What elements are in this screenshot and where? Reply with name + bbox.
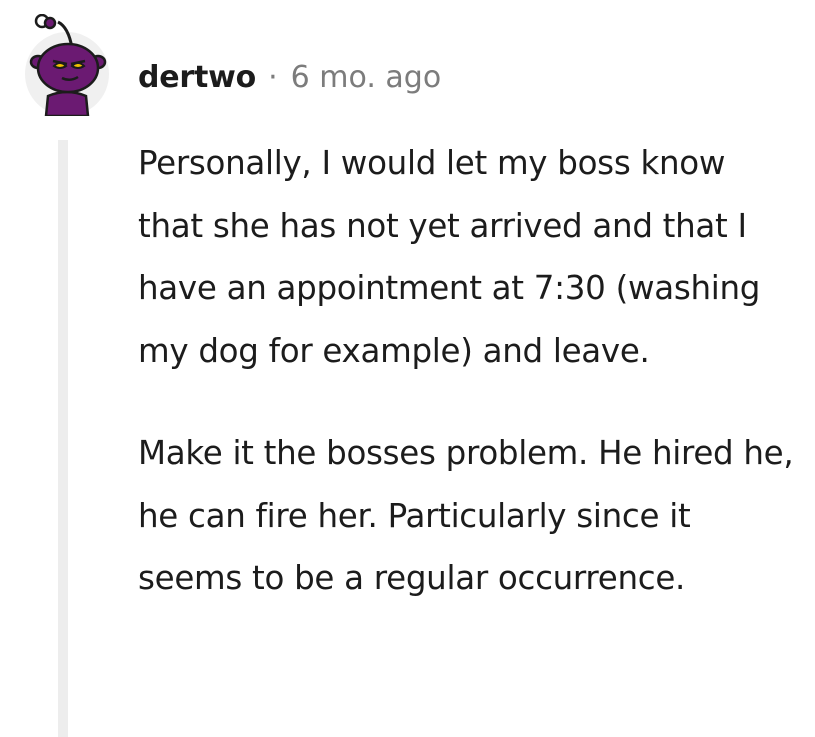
comment: dertwo · 6 mo. ago Personally, I would l… bbox=[0, 0, 815, 737]
thread-line[interactable] bbox=[58, 140, 68, 737]
avatar[interactable] bbox=[24, 13, 110, 118]
comment-header: dertwo · 6 mo. ago bbox=[138, 54, 441, 100]
separator-dot: · bbox=[268, 59, 278, 95]
username-link[interactable]: dertwo bbox=[138, 60, 256, 95]
timestamp[interactable]: 6 mo. ago bbox=[291, 60, 442, 95]
comment-paragraph: Personally, I would let my boss know tha… bbox=[138, 144, 761, 370]
comment-body: Personally, I would let my boss know tha… bbox=[138, 132, 798, 610]
comment-paragraph: Make it the bosses problem. He hired he,… bbox=[138, 434, 794, 597]
snoo-avatar-icon bbox=[25, 13, 109, 118]
